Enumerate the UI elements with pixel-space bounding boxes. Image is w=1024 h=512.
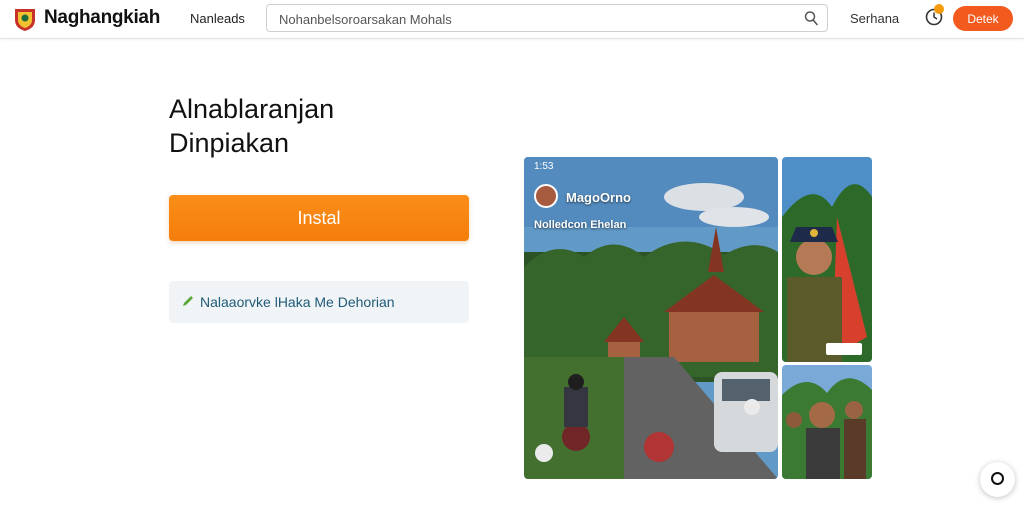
top-navigation-bar: Naghangkiah Nanleads Serhana Detek bbox=[0, 0, 1024, 39]
village-scene-image bbox=[524, 157, 778, 479]
page-title: Alnablaranjan Dinpiakan bbox=[169, 92, 334, 160]
title-line-1: Alnablaranjan bbox=[169, 94, 335, 124]
side-video-bottom[interactable] bbox=[782, 365, 872, 479]
main-video[interactable]: 1:53 MagoOrno Nolledcon Ehelan bbox=[524, 157, 778, 479]
chat-icon bbox=[991, 472, 1004, 485]
group-photo-image bbox=[782, 365, 872, 479]
title-line-2: Dinpiakan bbox=[169, 128, 290, 158]
info-link-box[interactable]: Nalaaorvke lHaka Me Dehorian bbox=[169, 281, 469, 323]
notification-badge bbox=[934, 4, 944, 14]
language-selector[interactable]: Serhana bbox=[850, 11, 899, 26]
video-channel-name[interactable]: MagoOrno bbox=[566, 190, 631, 205]
video-caption: Nolledcon Ehelan bbox=[534, 219, 627, 231]
pencil-icon bbox=[183, 296, 193, 306]
crest-logo-icon[interactable] bbox=[12, 6, 38, 32]
side-video-top[interactable] bbox=[782, 157, 872, 362]
info-link[interactable]: Nalaaorvke lHaka Me Dehorian bbox=[200, 294, 395, 310]
media-gallery: 1:53 MagoOrno Nolledcon Ehelan bbox=[524, 157, 872, 479]
status-time: 1:53 bbox=[534, 161, 554, 172]
chat-button[interactable] bbox=[980, 462, 1015, 497]
brand-name[interactable]: Naghangkiah bbox=[44, 7, 160, 29]
nav-link[interactable]: Nanleads bbox=[190, 11, 245, 26]
login-button[interactable]: Detek bbox=[953, 6, 1013, 31]
avatar[interactable] bbox=[534, 184, 558, 208]
search-input[interactable] bbox=[277, 9, 801, 29]
search-icon[interactable] bbox=[803, 10, 819, 26]
official-portrait-image bbox=[782, 157, 872, 362]
search-bar[interactable] bbox=[266, 4, 828, 32]
install-button[interactable]: Instal bbox=[169, 195, 469, 241]
